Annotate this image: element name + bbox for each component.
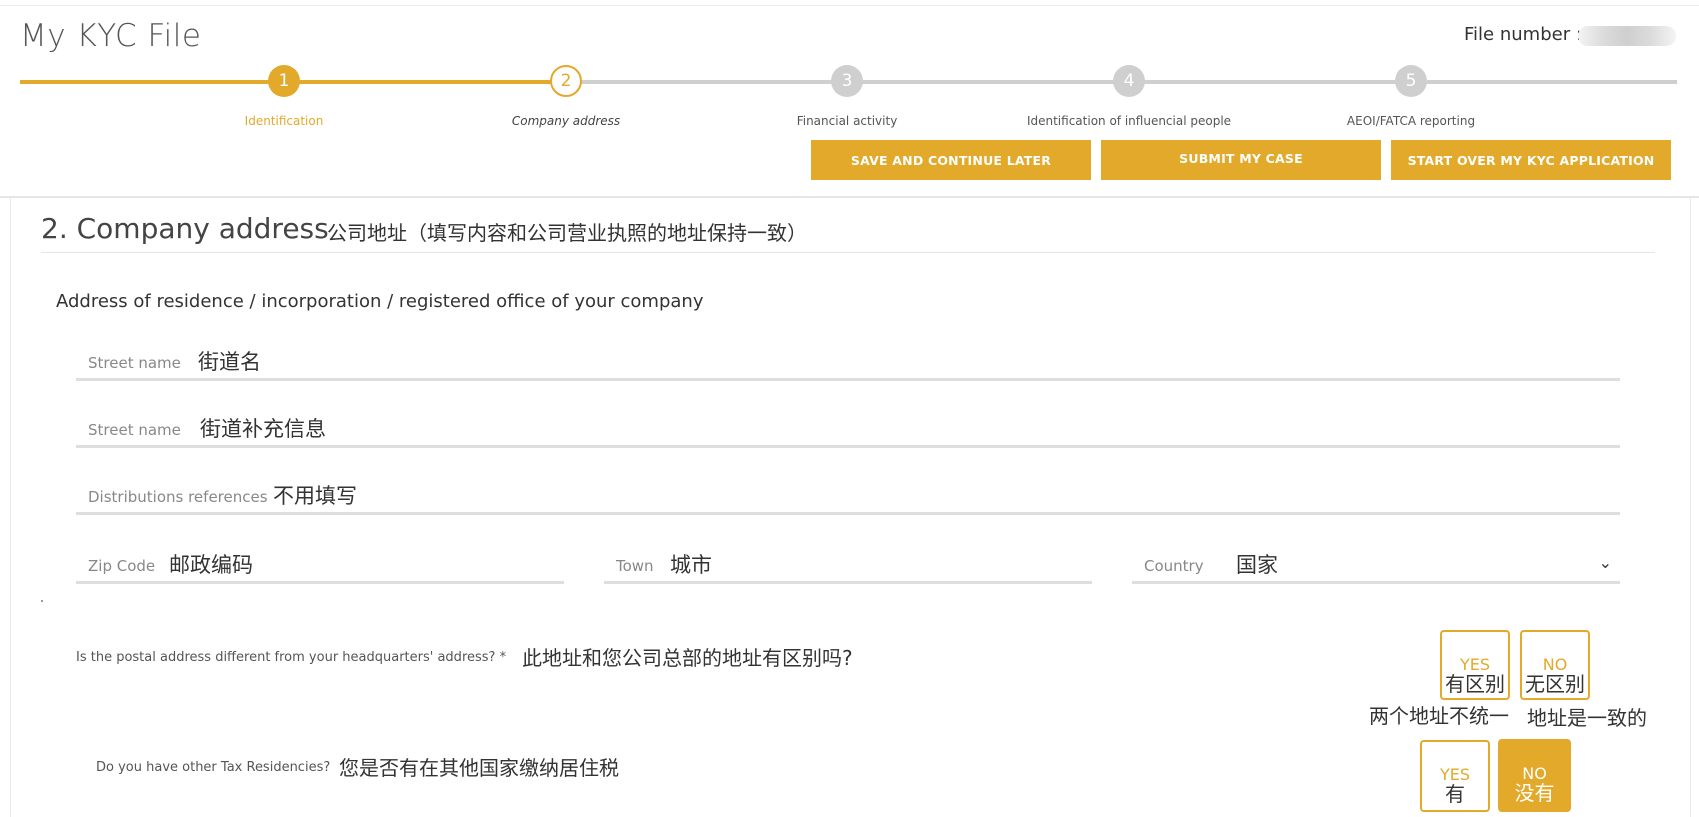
town-input[interactable]: 城市 xyxy=(670,549,712,579)
street-name-label: Street name xyxy=(88,354,181,372)
tax-residency-question: Do you have other Tax Residencies? xyxy=(96,760,331,775)
section-divider xyxy=(41,252,1655,253)
zip-code-label: Zip Code xyxy=(88,557,156,575)
divider-dot xyxy=(41,600,43,602)
postal-yes-button[interactable]: YES 有区别 xyxy=(1440,630,1510,700)
street-name-2-field[interactable]: Street name 街道补充信息 xyxy=(76,409,1620,448)
zip-code-field[interactable]: Zip Code 邮政编码 xyxy=(76,545,564,584)
chevron-down-icon[interactable]: ⌄ xyxy=(1599,553,1612,572)
distribution-references-field[interactable]: Distributions references 不用填写 xyxy=(76,476,1620,515)
page-title: My KYC File xyxy=(20,18,202,54)
town-field[interactable]: Town 城市 xyxy=(604,545,1092,584)
postal-yes-note: 两个地址不统一 xyxy=(1369,704,1509,728)
street-name-2-label: Street name xyxy=(88,421,181,439)
postal-address-question-note: 此地址和您公司总部的地址有区别吗? xyxy=(522,646,853,670)
content-right-border xyxy=(1690,198,1691,817)
street-name-field[interactable]: Street name 街道名 xyxy=(76,342,1620,381)
step-2-company-address[interactable]: 2 xyxy=(550,65,582,97)
file-number-value-redacted xyxy=(1578,26,1676,46)
file-number-label: File number : xyxy=(1464,24,1582,45)
step-1-identification[interactable]: 1 xyxy=(268,65,300,97)
step-5-aeoi-fatca[interactable]: 5 xyxy=(1395,65,1427,97)
zip-code-input[interactable]: 邮政编码 xyxy=(169,549,253,579)
tax-yes-button[interactable]: YES 有 xyxy=(1420,740,1490,812)
subsection-title: Address of residence / incorporation / r… xyxy=(56,291,704,312)
postal-no-button[interactable]: NO 无区别 xyxy=(1520,630,1590,700)
submit-case-button[interactable]: SUBMIT MY CASE xyxy=(1101,140,1381,180)
street-name-input[interactable]: 街道名 xyxy=(198,346,261,376)
step-label: AEOI/FATCA reporting xyxy=(1346,114,1476,128)
country-label: Country xyxy=(1144,557,1204,575)
town-label: Town xyxy=(616,557,654,575)
step-label: Financial activity xyxy=(796,114,898,128)
step-label: Identification of influencial people xyxy=(1026,114,1232,128)
country-select[interactable]: Country 国家 ⌄ xyxy=(1132,545,1620,584)
save-continue-later-button[interactable]: SAVE AND CONTINUE LATER xyxy=(811,140,1091,180)
postal-no-note: 地址是一致的 xyxy=(1527,706,1647,730)
start-over-button[interactable]: START OVER MY KYC APPLICATION xyxy=(1391,140,1671,180)
content-left-border xyxy=(10,198,11,817)
section-note: 公司地址（填写内容和公司营业执照的地址保持一致） xyxy=(327,221,807,245)
tax-residency-question-note: 您是否有在其他国家缴纳居住税 xyxy=(339,756,619,780)
street-name-2-input[interactable]: 街道补充信息 xyxy=(200,413,326,443)
postal-address-question: Is the postal address different from you… xyxy=(76,650,507,665)
tax-no-button-selected[interactable]: NO 没有 xyxy=(1498,739,1571,812)
step-label: Identification xyxy=(244,114,324,128)
step-4-influencial-people[interactable]: 4 xyxy=(1113,65,1145,97)
distribution-references-input[interactable]: 不用填写 xyxy=(273,480,357,510)
country-value: 国家 xyxy=(1236,553,1278,577)
distribution-references-label: Distributions references xyxy=(88,488,268,506)
step-label: Company address xyxy=(511,114,621,128)
section-title: 2. Company address xyxy=(41,212,329,245)
top-border xyxy=(0,5,1699,6)
header-divider xyxy=(0,196,1699,198)
step-3-financial-activity[interactable]: 3 xyxy=(831,65,863,97)
